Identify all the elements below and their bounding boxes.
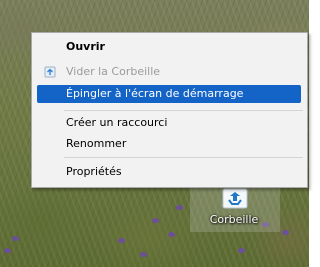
wallpaper-flower <box>238 248 245 253</box>
context-menu: Ouvrir Vider la Corbeille Épingler à l'é… <box>31 32 308 188</box>
wallpaper-flower <box>118 238 125 243</box>
recycle-bin-icon <box>44 66 56 78</box>
menu-item-rename[interactable]: Renommer <box>35 135 304 153</box>
desktop-icon-label[interactable]: Corbeille <box>196 213 272 226</box>
wallpaper-flower <box>176 205 183 210</box>
menu-item-pin-start[interactable]: Épingler à l'écran de démarrage <box>37 85 301 103</box>
menu-item-empty-bin[interactable]: Vider la Corbeille <box>35 63 304 81</box>
menu-separator <box>64 110 303 111</box>
wallpaper-flower <box>140 252 147 257</box>
recycle-bin-icon[interactable] <box>221 186 249 210</box>
wallpaper-flower <box>168 232 175 237</box>
menu-item-empty-bin-label: Vider la Corbeille <box>66 65 161 78</box>
menu-item-properties[interactable]: Propriétés <box>35 163 304 181</box>
wallpaper-flower <box>12 236 19 241</box>
wallpaper-flower <box>282 230 289 235</box>
wallpaper-flower <box>4 248 11 253</box>
wallpaper-flower <box>152 218 159 223</box>
menu-item-create-shortcut[interactable]: Créer un raccourci <box>35 114 304 132</box>
menu-separator <box>64 157 303 158</box>
menu-item-open[interactable]: Ouvrir <box>35 38 304 56</box>
